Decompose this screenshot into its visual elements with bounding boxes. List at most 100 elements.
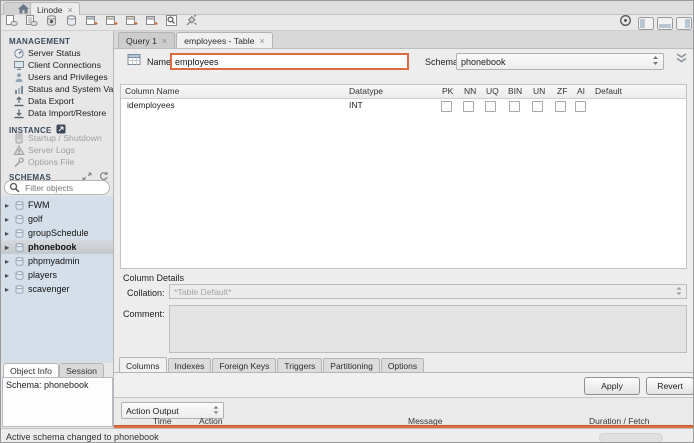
sidebar-item-label: Data Import/Restore <box>28 108 106 118</box>
schema-dropdown[interactable]: phonebook <box>456 53 664 70</box>
collation-label: Collation: <box>127 288 165 298</box>
sidebar-item-data-import[interactable]: Data Import/Restore <box>1 107 114 119</box>
toggle-secondary-sidebar-button[interactable] <box>676 17 692 30</box>
tab-query-1[interactable]: Query 1 × <box>118 32 175 48</box>
col-header-datatype[interactable]: Datatype <box>349 86 383 96</box>
col-header-default[interactable]: Default <box>595 86 622 96</box>
user-icon <box>13 72 25 83</box>
revert-button[interactable]: Revert <box>646 377 694 395</box>
create-table-button[interactable] <box>81 16 101 30</box>
sidebar-item-server-logs[interactable]: Server Logs <box>1 144 114 156</box>
schema-row-scavenger[interactable]: ▸ scavenger <box>1 282 114 296</box>
schema-cylinder-icon <box>13 214 26 225</box>
tab-session[interactable]: Session <box>59 363 104 378</box>
col-header-ai[interactable]: AI <box>577 86 585 96</box>
collapse-editor-header-button[interactable] <box>670 52 693 68</box>
create-function-button[interactable] <box>141 16 161 30</box>
close-tab-icon[interactable]: × <box>162 36 167 46</box>
create-view-button[interactable] <box>101 16 121 30</box>
sidebar-item-data-export[interactable]: Data Export <box>1 95 114 107</box>
status-bar: Active schema changed to phonebook <box>1 428 694 443</box>
sidebar-item-server-status[interactable]: Server Status <box>1 47 114 59</box>
schema-row-phonebook[interactable]: ▸ phonebook <box>1 240 114 254</box>
reconnect-dbms-button[interactable] <box>181 16 201 30</box>
col-header-nn[interactable]: NN <box>464 86 476 96</box>
sidebar-item-startup-shutdown[interactable]: Startup / Shutdown <box>1 132 114 144</box>
expand-arrow-icon[interactable]: ▸ <box>5 285 13 294</box>
expand-arrow-icon[interactable]: ▸ <box>5 271 13 280</box>
col-header-un[interactable]: UN <box>533 86 545 96</box>
tab-label: Query 1 <box>126 36 157 46</box>
expand-arrow-icon[interactable]: ▸ <box>5 201 13 210</box>
create-procedure-button[interactable] <box>121 16 141 30</box>
import-arrow-icon <box>13 108 25 119</box>
col-header-pk[interactable]: PK <box>442 86 453 96</box>
apply-button[interactable]: Apply <box>584 377 640 395</box>
search-data-button[interactable] <box>161 16 181 30</box>
sidebar-item-options-file[interactable]: Options File <box>1 156 114 168</box>
tab-label: Indexes <box>175 361 205 371</box>
tab-label: employees - Table <box>184 36 254 46</box>
un-checkbox[interactable] <box>532 101 543 112</box>
expand-arrow-icon[interactable]: ▸ <box>5 257 13 266</box>
tab-partitioning[interactable]: Partitioning <box>323 358 380 373</box>
create-function-icon <box>145 14 158 32</box>
tab-columns[interactable]: Columns <box>119 357 167 373</box>
sidebar-item-label: Status and System Variables <box>28 84 114 94</box>
schema-row-golf[interactable]: ▸ golf <box>1 212 114 226</box>
show-schema-inspector-button[interactable] <box>41 16 61 30</box>
sidebar-item-client-connections[interactable]: Client Connections <box>1 59 114 71</box>
schema-filter-box[interactable] <box>4 180 110 195</box>
cell-column-name[interactable]: idemployees <box>127 100 175 110</box>
expand-arrow-icon[interactable]: ▸ <box>5 215 13 224</box>
output-selector-value: Action Output <box>126 406 213 416</box>
tab-employees-table[interactable]: employees - Table × <box>176 32 273 48</box>
tab-foreign-keys[interactable]: Foreign Keys <box>212 358 276 373</box>
nn-checkbox[interactable] <box>463 101 474 112</box>
tab-label: Partitioning <box>330 361 373 371</box>
col-header-uq[interactable]: UQ <box>486 86 499 96</box>
open-sql-script-button[interactable] <box>21 16 41 30</box>
col-header-zf[interactable]: ZF <box>557 86 567 96</box>
schema-cylinder-icon <box>13 284 26 295</box>
close-tab-icon[interactable]: × <box>260 36 265 46</box>
table-name-input[interactable] <box>170 53 409 70</box>
gauge-icon <box>13 48 25 59</box>
export-arrow-icon <box>13 96 25 107</box>
tab-indexes[interactable]: Indexes <box>168 358 212 373</box>
expand-arrow-icon[interactable]: ▸ <box>5 243 13 252</box>
ai-checkbox[interactable] <box>575 101 586 112</box>
schema-filter-input[interactable] <box>23 182 107 194</box>
expand-arrow-icon[interactable]: ▸ <box>5 229 13 238</box>
collation-dropdown[interactable]: *Table Default* <box>169 284 687 299</box>
schema-name: FWM <box>28 200 50 210</box>
schema-row-phpmyadmin[interactable]: ▸ phpmyadmin <box>1 254 114 268</box>
create-procedure-icon <box>125 14 138 32</box>
management-section-title: MANAGEMENT <box>9 37 109 46</box>
columns-grid-header: Column Name Datatype PK NN UQ BIN UN ZF … <box>121 85 686 99</box>
toggle-output-area-button[interactable] <box>657 17 673 30</box>
new-sql-tab-icon <box>5 14 18 32</box>
create-schema-button[interactable] <box>61 16 81 30</box>
schema-row-players[interactable]: ▸ players <box>1 268 114 282</box>
sidebar-item-status-system-variables[interactable]: Status and System Variables <box>1 83 114 95</box>
sidebar-item-users-privileges[interactable]: Users and Privileges <box>1 71 114 83</box>
tab-options[interactable]: Options <box>381 358 424 373</box>
tab-object-info[interactable]: Object Info <box>3 363 59 378</box>
col-header-bin[interactable]: BIN <box>508 86 522 96</box>
schema-cylinder-icon <box>13 256 26 267</box>
new-sql-tab-button[interactable] <box>1 16 21 30</box>
schema-row-groupschedule[interactable]: ▸ groupSchedule <box>1 226 114 240</box>
toggle-sidebar-button[interactable] <box>638 17 654 30</box>
tab-triggers[interactable]: Triggers <box>277 358 322 373</box>
cell-datatype[interactable]: INT <box>349 100 363 110</box>
bin-checkbox[interactable] <box>509 101 520 112</box>
zf-checkbox[interactable] <box>555 101 566 112</box>
pk-checkbox[interactable] <box>441 101 452 112</box>
schema-row-fwm[interactable]: ▸ FWM <box>1 198 114 212</box>
help-context-button[interactable] <box>615 16 635 30</box>
table-editor-tabs: Columns Indexes Foreign Keys Triggers Pa… <box>119 357 425 373</box>
col-header-column-name[interactable]: Column Name <box>125 86 179 96</box>
comment-textarea[interactable] <box>169 305 687 353</box>
uq-checkbox[interactable] <box>485 101 496 112</box>
